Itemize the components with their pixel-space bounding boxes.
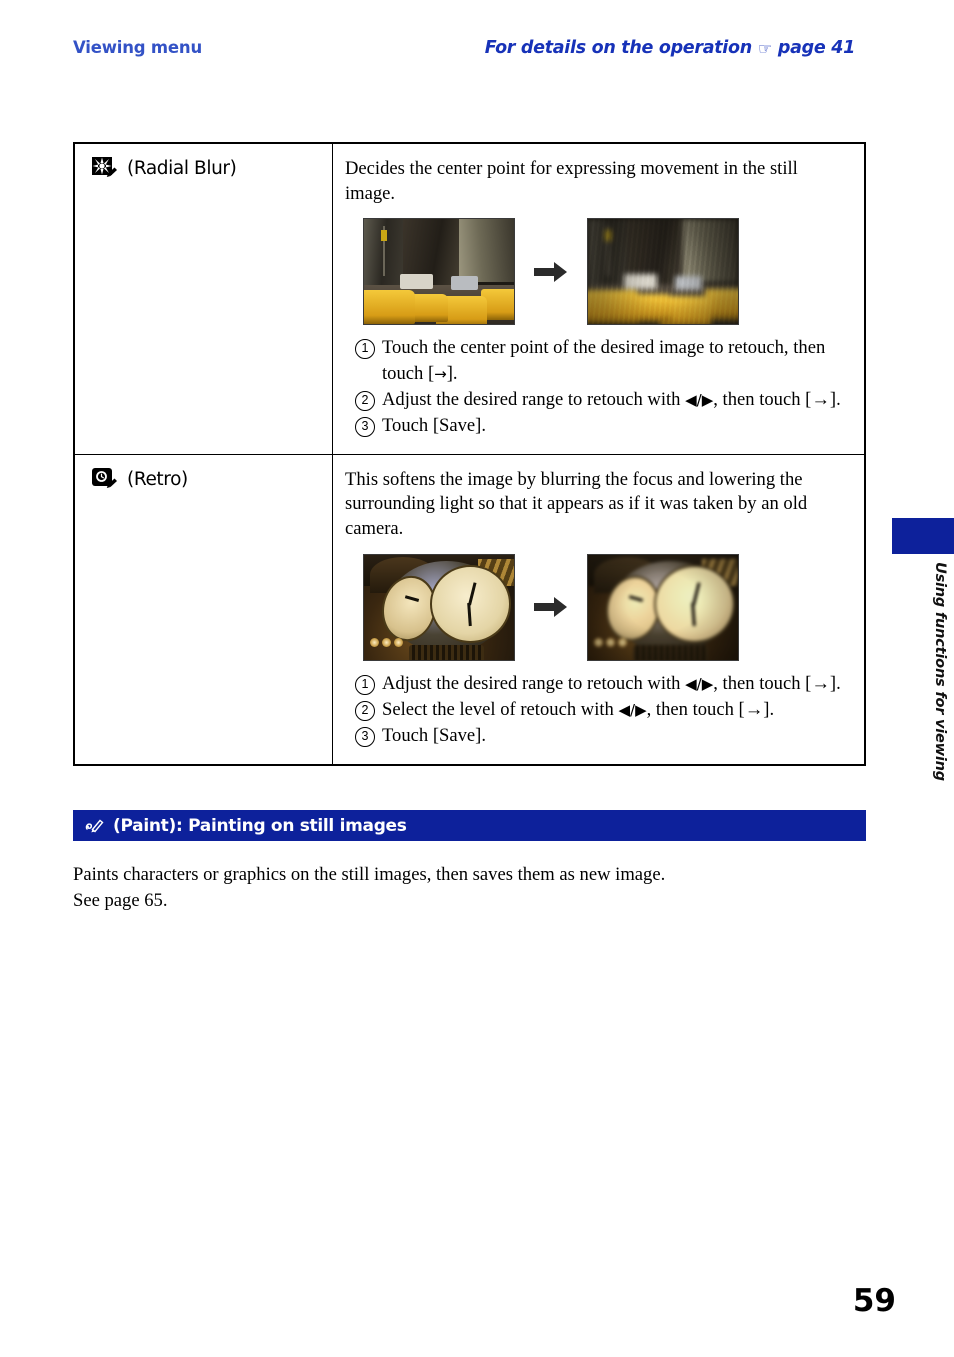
running-head-right: For details on the operation ☞ page 41 (484, 38, 856, 58)
section-body-line-2: See page 65. (73, 889, 168, 911)
step-list: 1 Adjust the desired range to retouch wi… (345, 671, 844, 749)
row-desc-cell: This softens the image by blurring the f… (332, 453, 865, 765)
step-list: 1 Touch the center point of the desired … (345, 335, 844, 438)
page-number: 59 (852, 1283, 896, 1319)
row-name-cell: (Radial Blur) (74, 143, 333, 455)
list-item: 3 Touch [Save]. (355, 413, 844, 438)
step-text: Adjust the desired range to retouch with… (382, 387, 844, 412)
list-item: 3 Touch [Save]. (355, 723, 844, 748)
step-text-post: , then touch [→]. (713, 389, 841, 410)
row-description: Decides the center point for expressing … (345, 158, 798, 204)
step-number: 3 (355, 417, 375, 438)
sample-after-image (587, 553, 739, 661)
list-item: 2 Adjust the desired range to retouch wi… (355, 387, 844, 412)
table-row: (Radial Blur) Decides the center point f… (74, 143, 865, 455)
paint-pen-icon (85, 819, 104, 832)
section-heading-title: (Paint): Painting on still images (113, 815, 407, 836)
transform-arrow (515, 260, 587, 284)
page-header: Viewing menu For details on the operatio… (73, 38, 855, 64)
step-number: 1 (355, 674, 375, 695)
step-text: Select the level of retouch with ◀/▶, th… (382, 697, 844, 722)
step-number: 2 (355, 701, 375, 721)
step-text: Adjust the desired range to retouch with… (382, 671, 844, 696)
chapter-thumb-tab (892, 518, 954, 554)
running-head-left: Viewing menu (73, 38, 203, 57)
left-right-glyph-inline: ◀/▶ (685, 391, 714, 409)
page-ref-text: page 41 (777, 38, 855, 58)
step-number: 1 (355, 339, 375, 360)
row-name-label: (Radial Blur) (127, 158, 237, 179)
step-text-post: , then touch [→]. (646, 699, 775, 720)
radial-blur-icon (92, 157, 117, 177)
row-description: This softens the image by blurring the f… (345, 468, 808, 539)
left-right-glyph-inline: ◀/▶ (685, 674, 714, 693)
step-text: Touch [Save]. (382, 725, 487, 747)
sample-after-image (587, 218, 739, 326)
sample-before-image (363, 553, 515, 661)
step-text: Touch [Save]. (382, 415, 487, 437)
section-body: Paints characters or graphics on the sti… (73, 862, 813, 913)
table-row: (Retro) This softens the image by blurri… (74, 453, 865, 765)
right-arrow-icon (534, 261, 567, 282)
left-right-glyph-inline: ◀/▶ (618, 701, 647, 719)
right-arrow-icon (534, 597, 567, 618)
arrow-glyph-inline: → (434, 364, 447, 383)
step-text-pre: Adjust the desired range to retouch with (382, 672, 686, 694)
transform-arrow (515, 595, 587, 619)
sample-before-image (363, 218, 515, 326)
step-text-post: ]. (446, 362, 458, 384)
step-text: Touch the center point of the desired im… (382, 335, 844, 386)
row-name-label: (Retro) (127, 468, 188, 490)
sample-image-pair (363, 553, 844, 661)
step-number: 3 (355, 727, 375, 748)
list-item: 1 Touch the center point of the desired … (355, 335, 844, 386)
operation-ref-text: For details on the operation (484, 38, 752, 58)
effects-table: (Radial Blur) Decides the center point f… (73, 142, 866, 766)
section-body-line-1: Paints characters or graphics on the sti… (73, 864, 666, 885)
step-text-pre: Adjust the desired range to retouch with (382, 389, 686, 410)
section-heading-bar: (Paint): Painting on still images (73, 810, 866, 841)
chapter-thumb-label: Using functions for viewing (932, 562, 948, 781)
row-desc-cell: Decides the center point for expressing … (332, 143, 865, 455)
sample-image-pair (363, 218, 844, 326)
pointing-hand-icon: ☞ (757, 39, 772, 58)
step-text-pre: Select the level of retouch with (382, 699, 619, 720)
list-item: 2 Select the level of retouch with ◀/▶, … (355, 697, 844, 722)
retro-icon (92, 467, 117, 488)
row-name-cell: (Retro) (74, 453, 333, 765)
step-number: 2 (355, 391, 375, 411)
step-text-post: , then touch [→]. (713, 672, 841, 694)
list-item: 1 Adjust the desired range to retouch wi… (355, 671, 844, 696)
